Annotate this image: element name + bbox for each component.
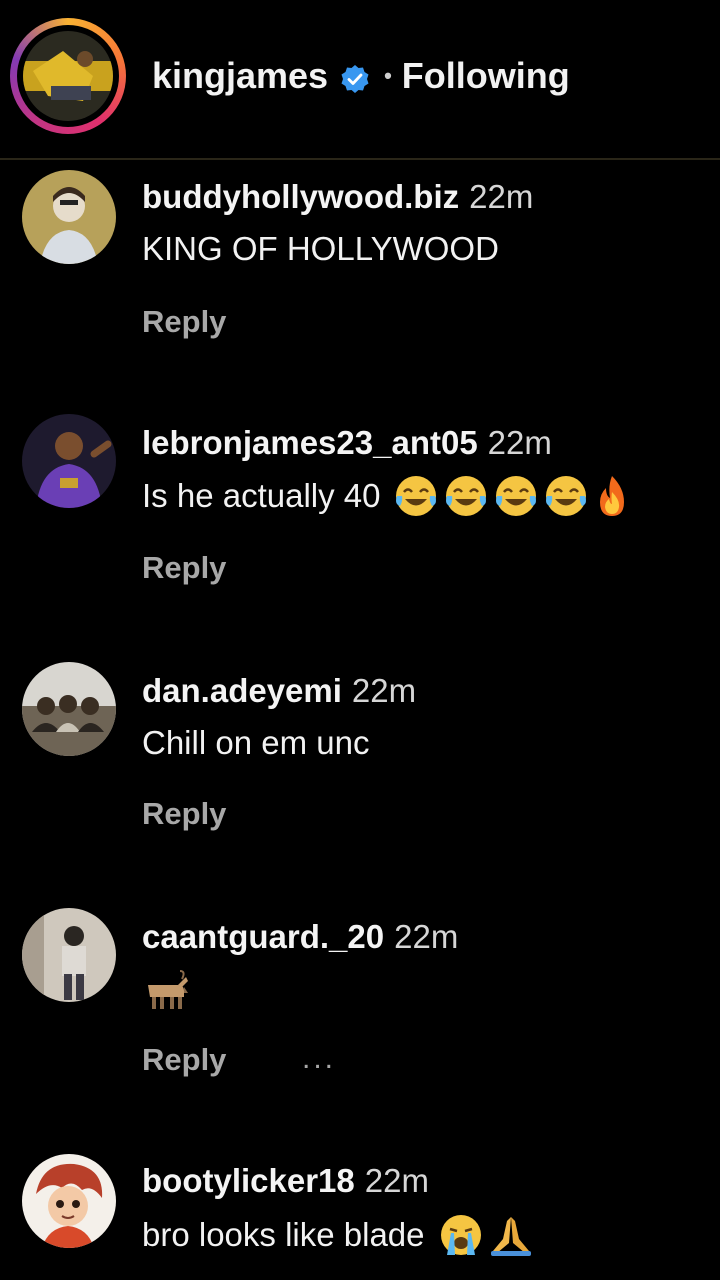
- comment-header: caantguard._20 22m: [142, 918, 458, 956]
- avatar[interactable]: [23, 31, 113, 121]
- comment-item: buddyhollywood.biz 22m KING OF HOLLYWOOD …: [0, 166, 720, 366]
- more-options-button[interactable]: ...: [302, 1042, 336, 1076]
- header-separator: •: [384, 63, 392, 88]
- comment-header: dan.adeyemi 22m: [142, 672, 416, 710]
- comment-text: KING OF HOLLYWOOD: [142, 230, 499, 267]
- tears-of-joy-emoji-icon: [494, 474, 538, 518]
- tears-of-joy-emoji-icon: [394, 474, 438, 518]
- avatar[interactable]: [22, 908, 116, 1002]
- comment-header: lebronjames23_ant05 22m: [142, 424, 552, 462]
- comment-timestamp: 22m: [351, 672, 417, 709]
- comment-username[interactable]: caantguard._20: [142, 918, 384, 955]
- avatar[interactable]: [22, 414, 116, 508]
- comment-text: bro looks like blade: [142, 1212, 533, 1258]
- comment-text: Chill on em unc: [142, 724, 370, 761]
- avatar[interactable]: [22, 170, 116, 264]
- avatar[interactable]: [22, 662, 116, 756]
- comment-timestamp: 22m: [487, 424, 552, 461]
- comment-item: caantguard._20 22m Reply ...: [0, 906, 720, 1106]
- header-username[interactable]: kingjames: [152, 55, 328, 97]
- tears-of-joy-emoji-icon: [444, 474, 488, 518]
- goat-emoji-icon: [142, 969, 190, 1013]
- comment-header: bootylicker18 22m: [142, 1162, 429, 1200]
- comment-timestamp: 22m: [394, 918, 459, 955]
- fire-emoji-icon: [594, 474, 630, 518]
- avatar[interactable]: [22, 1154, 116, 1248]
- comment-text: [142, 966, 190, 1016]
- verified-badge-icon: [340, 61, 370, 93]
- comment-text-content: bro looks like blade: [142, 1216, 425, 1253]
- comment-username[interactable]: lebronjames23_ant05: [142, 424, 478, 461]
- header-avatar-frame: [17, 25, 119, 127]
- comment-text: Is he actually 40: [142, 474, 630, 518]
- loudly-crying-emoji-icon: [439, 1213, 483, 1257]
- tears-of-joy-emoji-icon: [544, 474, 588, 518]
- comment-text-content: Is he actually 40: [142, 477, 381, 514]
- story-ring[interactable]: [10, 18, 126, 134]
- comment-item: lebronjames23_ant05 22m Is he actually 40…: [0, 412, 720, 612]
- reply-button[interactable]: Reply: [142, 796, 226, 832]
- reply-button[interactable]: Reply: [142, 304, 226, 340]
- comment-timestamp: 22m: [469, 178, 534, 215]
- comment-username[interactable]: dan.adeyemi: [142, 672, 342, 709]
- post-header: kingjames • Following: [0, 0, 720, 160]
- comment-username[interactable]: bootylicker18: [142, 1162, 355, 1199]
- reply-button[interactable]: Reply: [142, 1042, 226, 1078]
- comment-timestamp: 22m: [364, 1162, 429, 1199]
- reply-button[interactable]: Reply: [142, 550, 226, 586]
- comment-header: buddyhollywood.biz 22m: [142, 178, 533, 216]
- header-title-row: kingjames • Following: [152, 54, 570, 98]
- comment-username[interactable]: buddyhollywood.biz: [142, 178, 459, 215]
- following-button[interactable]: Following: [402, 55, 570, 97]
- folded-hands-emoji-icon: [489, 1213, 533, 1257]
- comment-item: dan.adeyemi 22m Chill on em unc Reply: [0, 660, 720, 860]
- comment-item: bootylicker18 22m bro looks like blade: [0, 1152, 720, 1280]
